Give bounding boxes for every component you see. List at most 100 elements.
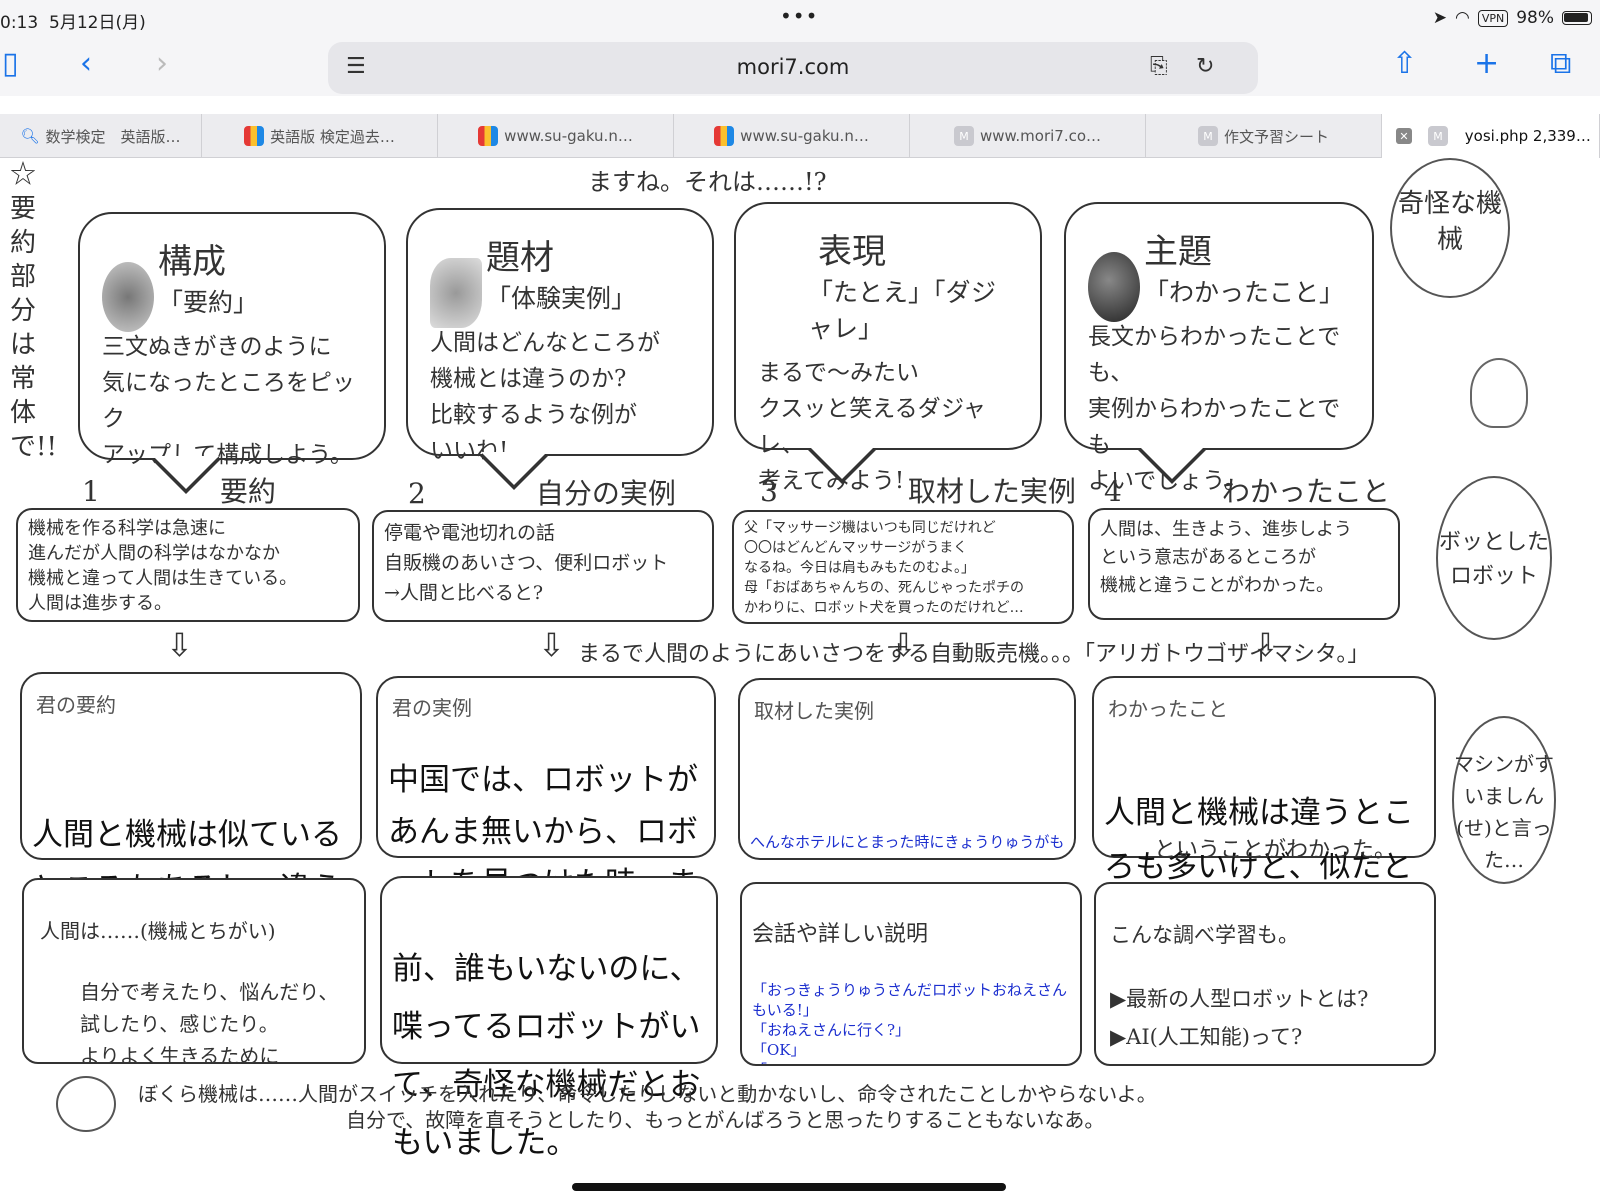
sidebar-icon[interactable]: ▯ bbox=[2, 46, 19, 82]
bubble-title: 表現 bbox=[818, 232, 886, 272]
tab-2[interactable]: 英語版 検定過去… bbox=[202, 114, 438, 158]
robot-icon bbox=[56, 1076, 116, 1132]
colorful-favicon-icon bbox=[478, 126, 499, 146]
step-1-box: 機械を作る科学は急速に 進んだが人間の科学はなかなか 機械と違って人間は生きてい… bbox=[16, 508, 360, 622]
address-bar[interactable]: ☰ mori7.com ⎘ ↻ bbox=[328, 42, 1258, 94]
tab-5[interactable]: Mwww.mori7.co… bbox=[910, 114, 1146, 158]
bubble-title: 主題 bbox=[1144, 232, 1212, 272]
lower-box-title: こんな調べ学習も。 bbox=[1110, 923, 1299, 947]
step-label: 自分の実例 bbox=[535, 477, 676, 510]
wifi-icon: ◠ bbox=[1454, 8, 1470, 28]
bubble-theme: 主題 「わかったこと」 長文からわかったことでも、 実例からわかったことでも よ… bbox=[1064, 202, 1374, 494]
tab-7-active[interactable]: ✕ M yosi.php 2,339… bbox=[1382, 114, 1600, 158]
lower-box-title: 会話や詳しい説明 bbox=[752, 922, 929, 947]
bubble-title: 題材 bbox=[486, 238, 554, 278]
search-icon: 🔍︎ bbox=[20, 127, 40, 145]
bubble-desc: 人間はどんなところが 機械とは違うのか? 比較するような例が いいね! bbox=[430, 330, 660, 464]
back-chevron-icon[interactable]: ‹ bbox=[80, 46, 92, 82]
reader-icon[interactable]: ⎘ bbox=[1150, 54, 1168, 79]
m-favicon-icon: M bbox=[1197, 126, 1218, 146]
step-label: わかったこと bbox=[1221, 475, 1390, 508]
answer-summary-box[interactable]: 君の要約 人間と機械は似ているところもあるし、違うところもある。たとえば… bbox=[20, 672, 362, 1015]
tab-label: www.su-gaku.n… bbox=[740, 127, 869, 145]
multitask-dots[interactable]: ••• bbox=[780, 4, 818, 28]
answer-example-box[interactable]: 君の実例 中国では、ロボットがあんま無いから、ロボットを見つけた時，まわりにいっ… bbox=[376, 676, 716, 1006]
browser-toolbar: ▯ ‹ › ☰ mori7.com ⎘ ↻ ⇧ + ⧉ bbox=[0, 36, 1600, 96]
lower-box-dialog: 会話や詳しい説明 「おっきょうりゅうさんだロボットおねえさんもいる!」 「おねえ… bbox=[740, 882, 1082, 1066]
middle-note: まるで人間のようにあいさつをする自動販売機。。。「アリガトウゴザイマシタ。」 bbox=[578, 642, 1370, 667]
bubble-sub: 「わかったこと」 bbox=[1144, 278, 1345, 307]
tab-label: 数学検定 英語版… bbox=[45, 127, 181, 146]
step-label: 要約 bbox=[219, 475, 276, 508]
box-label: 取材した実例 bbox=[754, 699, 874, 723]
tab-label: www.su-gaku.n… bbox=[504, 127, 633, 145]
tab-3[interactable]: www.su-gaku.n… bbox=[438, 114, 674, 158]
balloon-2: ボッとしたロボット bbox=[1436, 476, 1552, 640]
tab-1[interactable]: 🔍︎ 数学検定 英語版… bbox=[0, 114, 202, 158]
bubble-sub: 「要約」 bbox=[158, 288, 259, 317]
lower-box-text: 「おっきょうりゅうさんだロボットおねえさんもいる!」 「おねえさんに行く?」 「… bbox=[752, 981, 1068, 1064]
bear-doodle-icon bbox=[1470, 358, 1528, 428]
bubble-sub: 「たとえ」「ダジャレ」 bbox=[808, 278, 997, 343]
leaf-icon bbox=[430, 258, 482, 328]
step-number: 1 bbox=[82, 475, 100, 508]
share-icon[interactable]: ⇧ bbox=[1392, 46, 1417, 82]
answer-lower-example-box[interactable]: 前、誰もいないのに、喋ってるロボットがいて、奇怪な機械だとおもいました。 bbox=[380, 876, 718, 1161]
close-tab-icon[interactable]: ✕ bbox=[1396, 128, 1412, 144]
step-4-box: 人間は、生きよう、進歩しよう という意志があるところが 機械と違うことがわかった… bbox=[1088, 508, 1400, 620]
tab-4[interactable]: www.su-gaku.n… bbox=[674, 114, 910, 158]
step-number: 3 bbox=[760, 475, 778, 508]
lower-box-title: 人間は……(機械とちがい) bbox=[40, 919, 276, 943]
lower-box-text: 自分で考えたり、悩んだり、 試したり、感じたり。 よりよく生きるために 進歩する… bbox=[80, 980, 339, 1064]
home-indicator[interactable] bbox=[572, 1183, 1006, 1191]
lower-box-text: ▶最新の人型ロボットとは? ▶AI(人工知能)って? ▶自動〜機はどんなものがあ… bbox=[1110, 987, 1410, 1064]
apple-icon bbox=[1088, 252, 1140, 322]
step-label: 取材した実例 bbox=[907, 475, 1076, 508]
interview-example-box[interactable]: 取材した実例 へんなホテルにとまった時にきょうりゅうがもりつけたがもんだいがはっ… bbox=[738, 678, 1076, 1013]
step-2-box: 停電や電池切れの話 自販機のあいさつ、便利ロボット →人間と比べると? bbox=[372, 510, 714, 622]
robot-line-2: 自分で、故障を直そうとしたり、もっとがんばろうと思ったりすることもないなあ。 bbox=[346, 1108, 1105, 1132]
step-3-box: 父「マッサージ機はいつも同じだけれど 〇〇はどんどんマッサージがうまく なるね。… bbox=[732, 510, 1074, 624]
down-arrow-icon: ⇩ bbox=[166, 626, 193, 664]
box-label: 君の実例 bbox=[392, 696, 472, 720]
lower-box-human: 人間は……(機械とちがい) 自分で考えたり、悩んだり、 試したり、感じたり。 よ… bbox=[22, 878, 366, 1064]
top-partial-text: ますね。それは……!? bbox=[588, 168, 827, 196]
tab-label: 英語版 検定過去… bbox=[270, 127, 395, 146]
colorful-favicon-icon bbox=[714, 126, 735, 146]
status-right: ➤ ◠ VPN 98% bbox=[1433, 8, 1592, 28]
new-tab-plus-icon[interactable]: + bbox=[1474, 46, 1499, 82]
battery-percent: 98% bbox=[1516, 8, 1554, 28]
tab-label: www.mori7.co… bbox=[979, 127, 1102, 145]
tab-6[interactable]: M 作文予習シート bbox=[1146, 114, 1382, 158]
balloon-1: 奇怪な機械 bbox=[1390, 158, 1510, 298]
reload-icon[interactable]: ↻ bbox=[1196, 54, 1214, 79]
tab-bar: 🔍︎ 数学検定 英語版… 英語版 検定過去… www.su-gaku.n… www… bbox=[0, 114, 1600, 158]
step-4-header: 4 わかったこと bbox=[1104, 470, 1390, 510]
balloon-3: マシンがすいましん(せ)と言った… bbox=[1452, 716, 1556, 884]
time-text: 0:13 bbox=[0, 13, 39, 33]
tabs-overview-icon[interactable]: ⧉ bbox=[1550, 46, 1571, 82]
status-time: 0:13 5月12日(月) bbox=[0, 8, 146, 33]
location-icon: ➤ bbox=[1432, 8, 1447, 28]
side-note: ☆要約部分は常体で!! bbox=[10, 160, 57, 462]
box-label: わかったこと bbox=[1108, 697, 1228, 721]
robot-line-1: ぼくら機械は……人間がスイッチを入れたり、命令したりしないと動かないし、命令され… bbox=[138, 1082, 1157, 1106]
worksheet-page: ますね。それは……!? ☆要約部分は常体で!! 構成 「要約」 三文ぬきがきのよ… bbox=[0, 158, 1600, 1200]
step-2-header: 2 自分の実例 bbox=[408, 472, 676, 512]
battery-icon bbox=[1562, 11, 1592, 25]
down-arrow-icon: ⇩ bbox=[538, 626, 565, 664]
url-text: mori7.com bbox=[736, 55, 850, 79]
bubble-material: 題材 「体験実例」 人間はどんなところが 機械とは違うのか? 比較するような例が… bbox=[406, 208, 714, 490]
step-number: 2 bbox=[408, 477, 426, 510]
box-label: 君の要約 bbox=[36, 693, 116, 717]
bubble-sub: 「体験実例」 bbox=[486, 284, 637, 313]
forward-chevron-icon[interactable]: › bbox=[156, 46, 168, 82]
date-text: 5月12日(月) bbox=[49, 13, 146, 33]
vpn-badge: VPN bbox=[1477, 9, 1509, 27]
m-favicon-icon: M bbox=[953, 126, 974, 146]
m-favicon-icon: M bbox=[1428, 126, 1448, 146]
tab-label: 作文予習シート bbox=[1223, 127, 1329, 146]
step-number: 4 bbox=[1104, 475, 1122, 508]
answer-conclusion-box[interactable]: わかったこと 人間と機械は違うところも多いけど、似たところもあるなぁ、 というこ… bbox=[1092, 676, 1436, 939]
arrow-up-icon bbox=[102, 262, 154, 332]
